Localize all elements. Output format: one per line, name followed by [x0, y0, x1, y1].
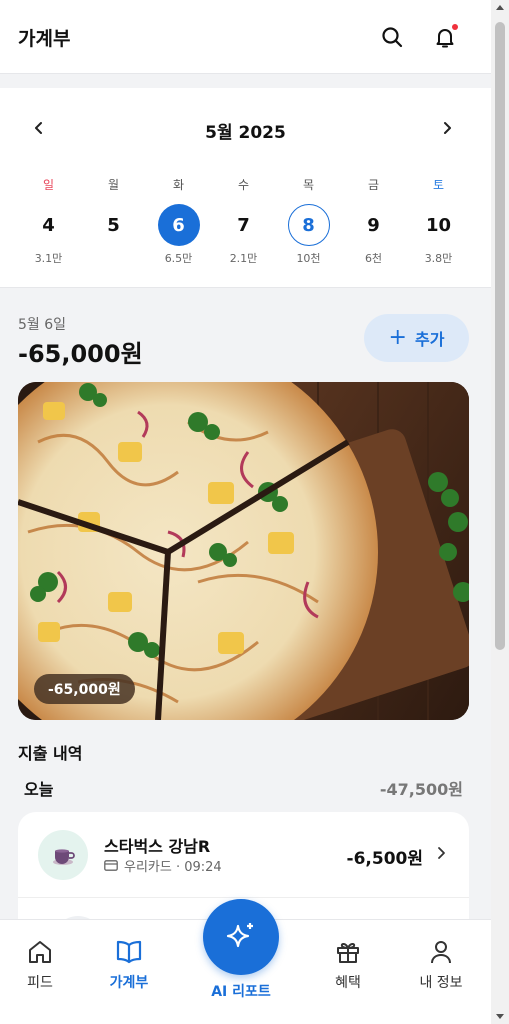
chevron-right-icon — [438, 847, 445, 859]
day-cell[interactable]: 화 6 6.5만 — [146, 176, 211, 266]
coffee-icon — [53, 849, 75, 865]
add-button-label: 추가 — [414, 330, 445, 349]
transaction-meta: 우리카드 · 09:24 — [104, 856, 222, 875]
transaction-card-time: 우리카드 · 09:24 — [124, 860, 222, 875]
day-of-week: 월 — [107, 178, 120, 192]
daily-total: -65,000원 — [18, 340, 143, 368]
day-amount: 3.8만 — [424, 252, 453, 265]
nav-label: 혜택 — [335, 975, 361, 991]
notification-dot — [452, 24, 458, 30]
page-title: 가계부 — [18, 28, 71, 50]
nav-item-benefits[interactable]: 혜택 — [308, 936, 388, 992]
day-cell[interactable]: 금 9 6천 — [341, 176, 406, 266]
group-total: -47,500원 — [379, 780, 463, 799]
add-expense-button[interactable]: + 추가 — [364, 314, 469, 362]
month-label: 5월 2025 — [205, 123, 286, 143]
scroll-up-arrow-icon[interactable] — [496, 5, 504, 10]
week-calendar: 5월 2025 일 4 3.1만 월5 화 6 6.5만 수 7 2.1만 목 8 10천 금9… — [0, 88, 491, 288]
group-label: 오늘 — [24, 780, 54, 799]
plus-icon: + — [388, 325, 407, 350]
book-icon — [116, 940, 142, 964]
day-cell[interactable]: 수 7 2.1만 — [211, 176, 276, 266]
chevron-right-icon — [444, 122, 451, 134]
day-of-week: 금 — [367, 178, 380, 192]
app-screen: 가계부 5월 2025 일 4 3.1만 월5 화 6 6.5만 수 7 2.1만 목 8 10… — [0, 0, 491, 1024]
day-cell[interactable]: 토 10 3.8만 — [406, 176, 471, 266]
nav-label-ai-report: AI 리포트 — [211, 984, 271, 1000]
list-item[interactable]: 스타벅스 강남R 우리카드 · 09:24 -6,500원 — [18, 812, 469, 898]
photo-amount-badge: -65,000원 — [34, 674, 135, 704]
nav-item-feed[interactable]: 피드 — [0, 936, 80, 992]
day-number: 8 — [287, 204, 330, 246]
expense-photo[interactable]: -65,000원 — [18, 382, 469, 720]
day-cell[interactable]: 목 8 10천 — [276, 176, 341, 266]
merchant-name: 스타벅스 강남R — [104, 837, 211, 856]
notification-button[interactable] — [430, 22, 460, 52]
day-amount: 2.1만 — [229, 252, 258, 265]
nav-label: 가계부 — [109, 975, 149, 991]
day-cell[interactable]: 일 4 3.1만 — [16, 176, 81, 266]
day-amount: 3.1만 — [34, 252, 63, 265]
day-amount: 10천 — [296, 252, 321, 265]
selected-date: 5월 6일 — [18, 317, 67, 333]
day-number: 7 — [237, 214, 250, 236]
nav-item-ledger[interactable]: 가계부 — [89, 936, 169, 992]
top-header: 가계부 — [0, 0, 491, 74]
section-title-expenses: 지출 내역 — [18, 744, 83, 763]
day-of-week: 수 — [237, 178, 250, 192]
transaction-amount: -6,500원 — [346, 849, 423, 869]
next-month-button[interactable] — [435, 116, 459, 140]
sparkle-icon — [226, 923, 253, 948]
day-of-week: 목 — [302, 178, 315, 192]
merchant-avatar — [38, 830, 88, 880]
nav-label: 피드 — [27, 975, 53, 991]
day-amount: 6.5만 — [164, 252, 193, 265]
scrollbar-thumb[interactable] — [495, 22, 505, 650]
day-amount: 6천 — [364, 252, 383, 265]
pizza-photo-image — [18, 382, 469, 720]
ai-report-button[interactable] — [203, 899, 279, 975]
day-number: 6 — [157, 204, 200, 246]
scrollbar[interactable] — [491, 0, 509, 1024]
day-of-week: 화 — [172, 178, 185, 192]
nav-item-my-info[interactable]: 내 정보 — [401, 936, 481, 992]
day-of-week: 토 — [432, 178, 445, 192]
expense-group-header: 오늘 -47,500원 — [18, 776, 463, 800]
user-icon — [431, 941, 451, 964]
card-icon — [104, 860, 118, 871]
nav-label: 내 정보 — [419, 975, 463, 991]
day-number: 5 — [107, 214, 120, 236]
search-icon — [382, 27, 403, 48]
home-icon — [29, 941, 51, 963]
day-cell[interactable]: 월5 — [81, 176, 146, 266]
search-button[interactable] — [377, 22, 407, 52]
gift-icon — [337, 942, 359, 963]
day-number: 9 — [367, 214, 380, 236]
scroll-down-arrow-icon[interactable] — [496, 1014, 504, 1019]
day-number: 4 — [42, 214, 55, 236]
day-number: 10 — [425, 214, 452, 236]
day-of-week: 일 — [42, 178, 55, 192]
week-row: 일 4 3.1만 월5 화 6 6.5만 수 7 2.1만 목 8 10천 금 9 6천 토 10 3.… — [16, 176, 471, 266]
